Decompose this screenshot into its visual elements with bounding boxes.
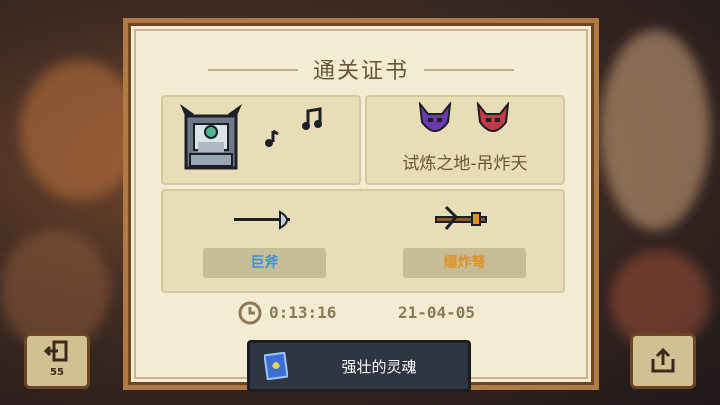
giant-axe-label: 巨斧 — [203, 248, 326, 278]
boss-panel: 试炼之地-吊炸天 — [365, 95, 565, 185]
exit-button-sublabel: 55 — [50, 367, 64, 378]
exit-button[interactable]: 55 — [24, 333, 90, 389]
music-note-small-icon — [265, 129, 279, 147]
red-devil-icon — [476, 102, 510, 132]
buff-label: 强壮的灵魂 — [341, 358, 417, 376]
weapons-panel: 巨斧 爆炸弩 — [161, 189, 565, 293]
character-panel — [161, 95, 361, 185]
knight-character-icon — [180, 104, 242, 170]
explosive-crossbow-label: 爆炸弩 — [403, 248, 526, 278]
spell-card-icon — [264, 352, 288, 380]
giant-axe-icon — [234, 210, 290, 230]
share-icon — [651, 347, 675, 373]
boss-stage-label: 试炼之地-吊炸天 — [402, 154, 528, 174]
clear-date: 21-04-05 — [398, 303, 476, 322]
music-note-icon — [302, 107, 322, 130]
clock-icon — [238, 301, 262, 325]
exit-icon — [44, 340, 68, 362]
explosive-crossbow-icon — [435, 205, 487, 230]
buff-bar: 强壮的灵魂 — [247, 340, 471, 392]
clear-time: 0:13:16 — [269, 303, 337, 322]
certificate: 通关证书 试炼之地-吊炸天 巨斧 爆炸弩 0:13:16 21-04-05 — [123, 18, 599, 390]
certificate-title: 通关证书 — [312, 59, 409, 84]
share-button[interactable] — [630, 333, 696, 389]
purple-devil-icon — [418, 102, 452, 132]
